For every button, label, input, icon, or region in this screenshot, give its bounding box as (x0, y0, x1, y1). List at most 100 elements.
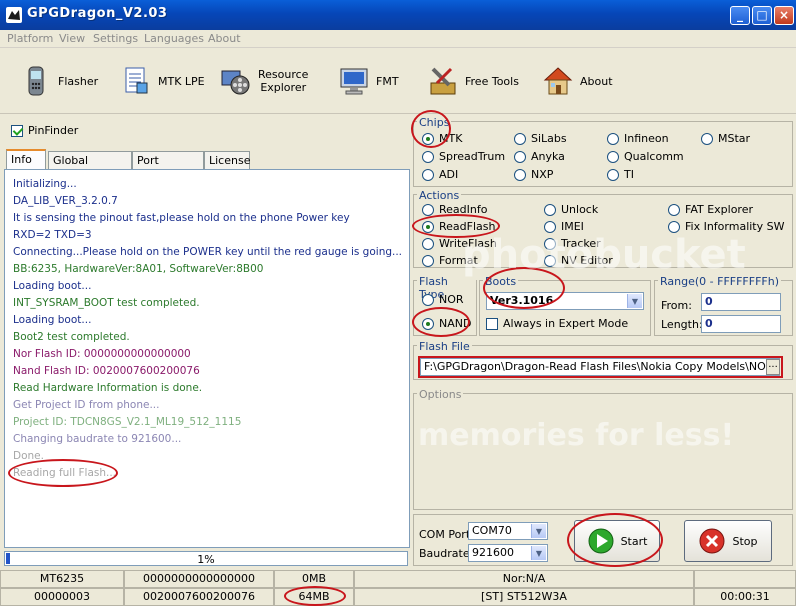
pinfinder-checkbox[interactable] (11, 125, 23, 137)
action-format-option[interactable]: Format (422, 254, 478, 267)
log-line: Changing baudrate to 921600... (13, 433, 182, 445)
stop-button[interactable]: Stop (684, 520, 772, 562)
range-from-input[interactable]: 0 (701, 293, 781, 311)
menu-about[interactable]: About (208, 32, 241, 45)
chip-nxp-radio[interactable] (514, 168, 526, 181)
action-readinfo-option[interactable]: ReadInfo (422, 203, 487, 216)
chip-mtk-option[interactable]: MTK (422, 132, 462, 145)
boots-value: Ver3.1016 (490, 294, 554, 307)
range-length-input[interactable]: 0 (701, 315, 781, 333)
chip-mstar-radio[interactable] (701, 132, 713, 145)
chip-anyka-radio[interactable] (514, 150, 526, 163)
status-cell: 00:00:31 (694, 588, 796, 606)
action-nv-editor-radio[interactable] (544, 254, 556, 267)
action-imei-option[interactable]: IMEI (544, 220, 584, 233)
actions-group: Actions ReadInfo Unlock FAT Explorer Rea… (412, 189, 793, 268)
chip-mtk-radio[interactable] (422, 132, 434, 145)
action-fat-explorer-option[interactable]: FAT Explorer (668, 203, 753, 216)
log-line: BB:6235, HardwareVer:8A01, SoftwareVer:8… (13, 263, 264, 275)
chevron-down-icon[interactable]: ▼ (531, 546, 546, 560)
expert-mode-option[interactable]: Always in Expert Mode (486, 317, 628, 330)
chip-silabs-option[interactable]: SiLabs (514, 132, 567, 145)
action-tracker-option[interactable]: Tracker (544, 237, 601, 250)
boots-group: Boots Ver3.1016 ▼ Always in Expert Mode (479, 267, 651, 336)
status-cell: 0000000000000000 (124, 570, 274, 588)
resource-explorer-button[interactable]: Resource Explorer (220, 59, 308, 103)
action-fix-informality-radio[interactable] (668, 220, 680, 233)
action-readinfo-radio[interactable] (422, 203, 434, 216)
flash-type-nand-radio[interactable] (422, 317, 434, 330)
film-reel-icon (221, 70, 250, 95)
chevron-down-icon[interactable]: ▼ (531, 524, 546, 538)
chip-qualcomm-option[interactable]: Qualcomm (607, 150, 684, 163)
chevron-down-icon[interactable]: ▼ (627, 294, 642, 308)
log-line: DA_LIB_VER_3.2.0.7 (13, 195, 118, 207)
flash-file-path-input[interactable]: F:\GPGDragon\Dragon-Read Flash Files\Nok… (420, 358, 780, 376)
about-button[interactable]: About (542, 59, 613, 103)
action-readflash-radio[interactable] (422, 220, 434, 233)
action-writeflash-radio[interactable] (422, 237, 434, 250)
action-readflash-option[interactable]: ReadFlash (422, 220, 495, 233)
free-tools-label: Free Tools (465, 74, 519, 88)
action-fat-explorer-radio[interactable] (668, 203, 680, 216)
chip-infineon-option[interactable]: Infineon (607, 132, 669, 145)
chip-nxp-label: NXP (531, 168, 554, 181)
chip-adi-radio[interactable] (422, 168, 434, 181)
status-cell (694, 570, 796, 588)
com-port-select[interactable]: COM70 ▼ (468, 522, 548, 540)
flash-type-nand-option[interactable]: NAND (422, 317, 471, 330)
action-fix-informality-option[interactable]: Fix Informality SW (668, 220, 784, 233)
flash-type-nor-radio[interactable] (422, 293, 434, 306)
tab-info[interactable]: Info (6, 149, 46, 170)
expert-mode-checkbox[interactable] (486, 317, 498, 330)
chip-anyka-option[interactable]: Anyka (514, 150, 565, 163)
chip-ti-radio[interactable] (607, 168, 619, 181)
menu-languages[interactable]: Languages (144, 32, 204, 45)
action-nv-editor-option[interactable]: NV Editor (544, 254, 613, 267)
action-writeflash-option[interactable]: WriteFlash (422, 237, 497, 250)
action-format-radio[interactable] (422, 254, 434, 267)
connection-group: COM Port COM70 ▼ Baudrate 921600 ▼ Start… (413, 513, 793, 567)
free-tools-button[interactable]: Free Tools (427, 59, 519, 103)
baudrate-select[interactable]: 921600 ▼ (468, 544, 548, 562)
action-unlock-option[interactable]: Unlock (544, 203, 598, 216)
tab-global-settings[interactable]: Global Settings (48, 151, 132, 180)
options-group: Options (413, 388, 793, 510)
chip-infineon-radio[interactable] (607, 132, 619, 145)
minimize-button[interactable]: _ (730, 6, 750, 25)
chip-spreadtrum-option[interactable]: SpreadTrum (422, 150, 505, 163)
chip-adi-option[interactable]: ADI (422, 168, 458, 181)
progress-bar: 1% (4, 551, 408, 566)
chip-ti-option[interactable]: TI (607, 168, 634, 181)
tab-port-monitor[interactable]: Port Monitor (132, 151, 204, 180)
chip-spreadtrum-radio[interactable] (422, 150, 434, 163)
progress-label: 1% (197, 553, 215, 566)
start-button[interactable]: Start (574, 520, 660, 562)
fmt-button[interactable]: FMT (338, 59, 399, 103)
chip-nxp-option[interactable]: NXP (514, 168, 553, 181)
maximize-button[interactable]: □ (752, 6, 772, 25)
chip-mstar-option[interactable]: MStar (701, 132, 750, 145)
chip-silabs-radio[interactable] (514, 132, 526, 145)
action-tracker-radio[interactable] (544, 237, 556, 250)
mtk-lpe-button[interactable]: MTK LPE (120, 59, 205, 103)
browse-button[interactable]: ... (766, 359, 780, 375)
actions-label: Actions (417, 189, 462, 202)
fmt-label: FMT (376, 74, 399, 88)
action-imei-radio[interactable] (544, 220, 556, 233)
close-button[interactable]: × (774, 6, 794, 25)
menu-platform[interactable]: Platform (7, 32, 53, 45)
chip-silabs-label: SiLabs (531, 132, 567, 145)
title-bar: GPGDragon_V2.03 _ □ × (0, 0, 796, 30)
flasher-button[interactable]: Flasher (20, 59, 98, 103)
tab-license[interactable]: License (204, 151, 250, 169)
boots-select[interactable]: Ver3.1016 ▼ (486, 292, 644, 310)
action-readflash-label: ReadFlash (439, 220, 496, 233)
flash-type-nor-option[interactable]: NOR (422, 293, 464, 306)
log-line: Boot2 test completed. (13, 331, 130, 343)
about-label: About (580, 74, 613, 88)
chip-qualcomm-radio[interactable] (607, 150, 619, 163)
menu-view[interactable]: View (59, 32, 85, 45)
menu-settings[interactable]: Settings (93, 32, 138, 45)
action-unlock-radio[interactable] (544, 203, 556, 216)
